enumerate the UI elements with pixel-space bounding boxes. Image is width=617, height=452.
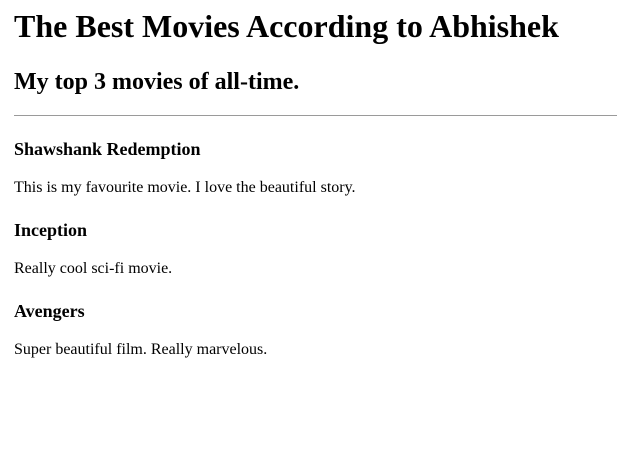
page-subtitle: My top 3 movies of all-time.	[14, 69, 300, 95]
movie-description-shawshank: This is my favourite movie. I love the b…	[14, 179, 356, 196]
movie-description-avengers: Super beautiful film. Really marvelous.	[14, 341, 268, 358]
movie-title-shawshank: Shawshank Redemption	[14, 139, 201, 159]
page-title: The Best Movies According to Abhishek	[14, 8, 559, 44]
movie-description-inception: Really cool sci-fi movie.	[14, 260, 173, 277]
divider	[14, 115, 617, 116]
movie-title-inception: Inception	[14, 220, 88, 240]
movie-title-avengers: Avengers	[14, 301, 85, 321]
